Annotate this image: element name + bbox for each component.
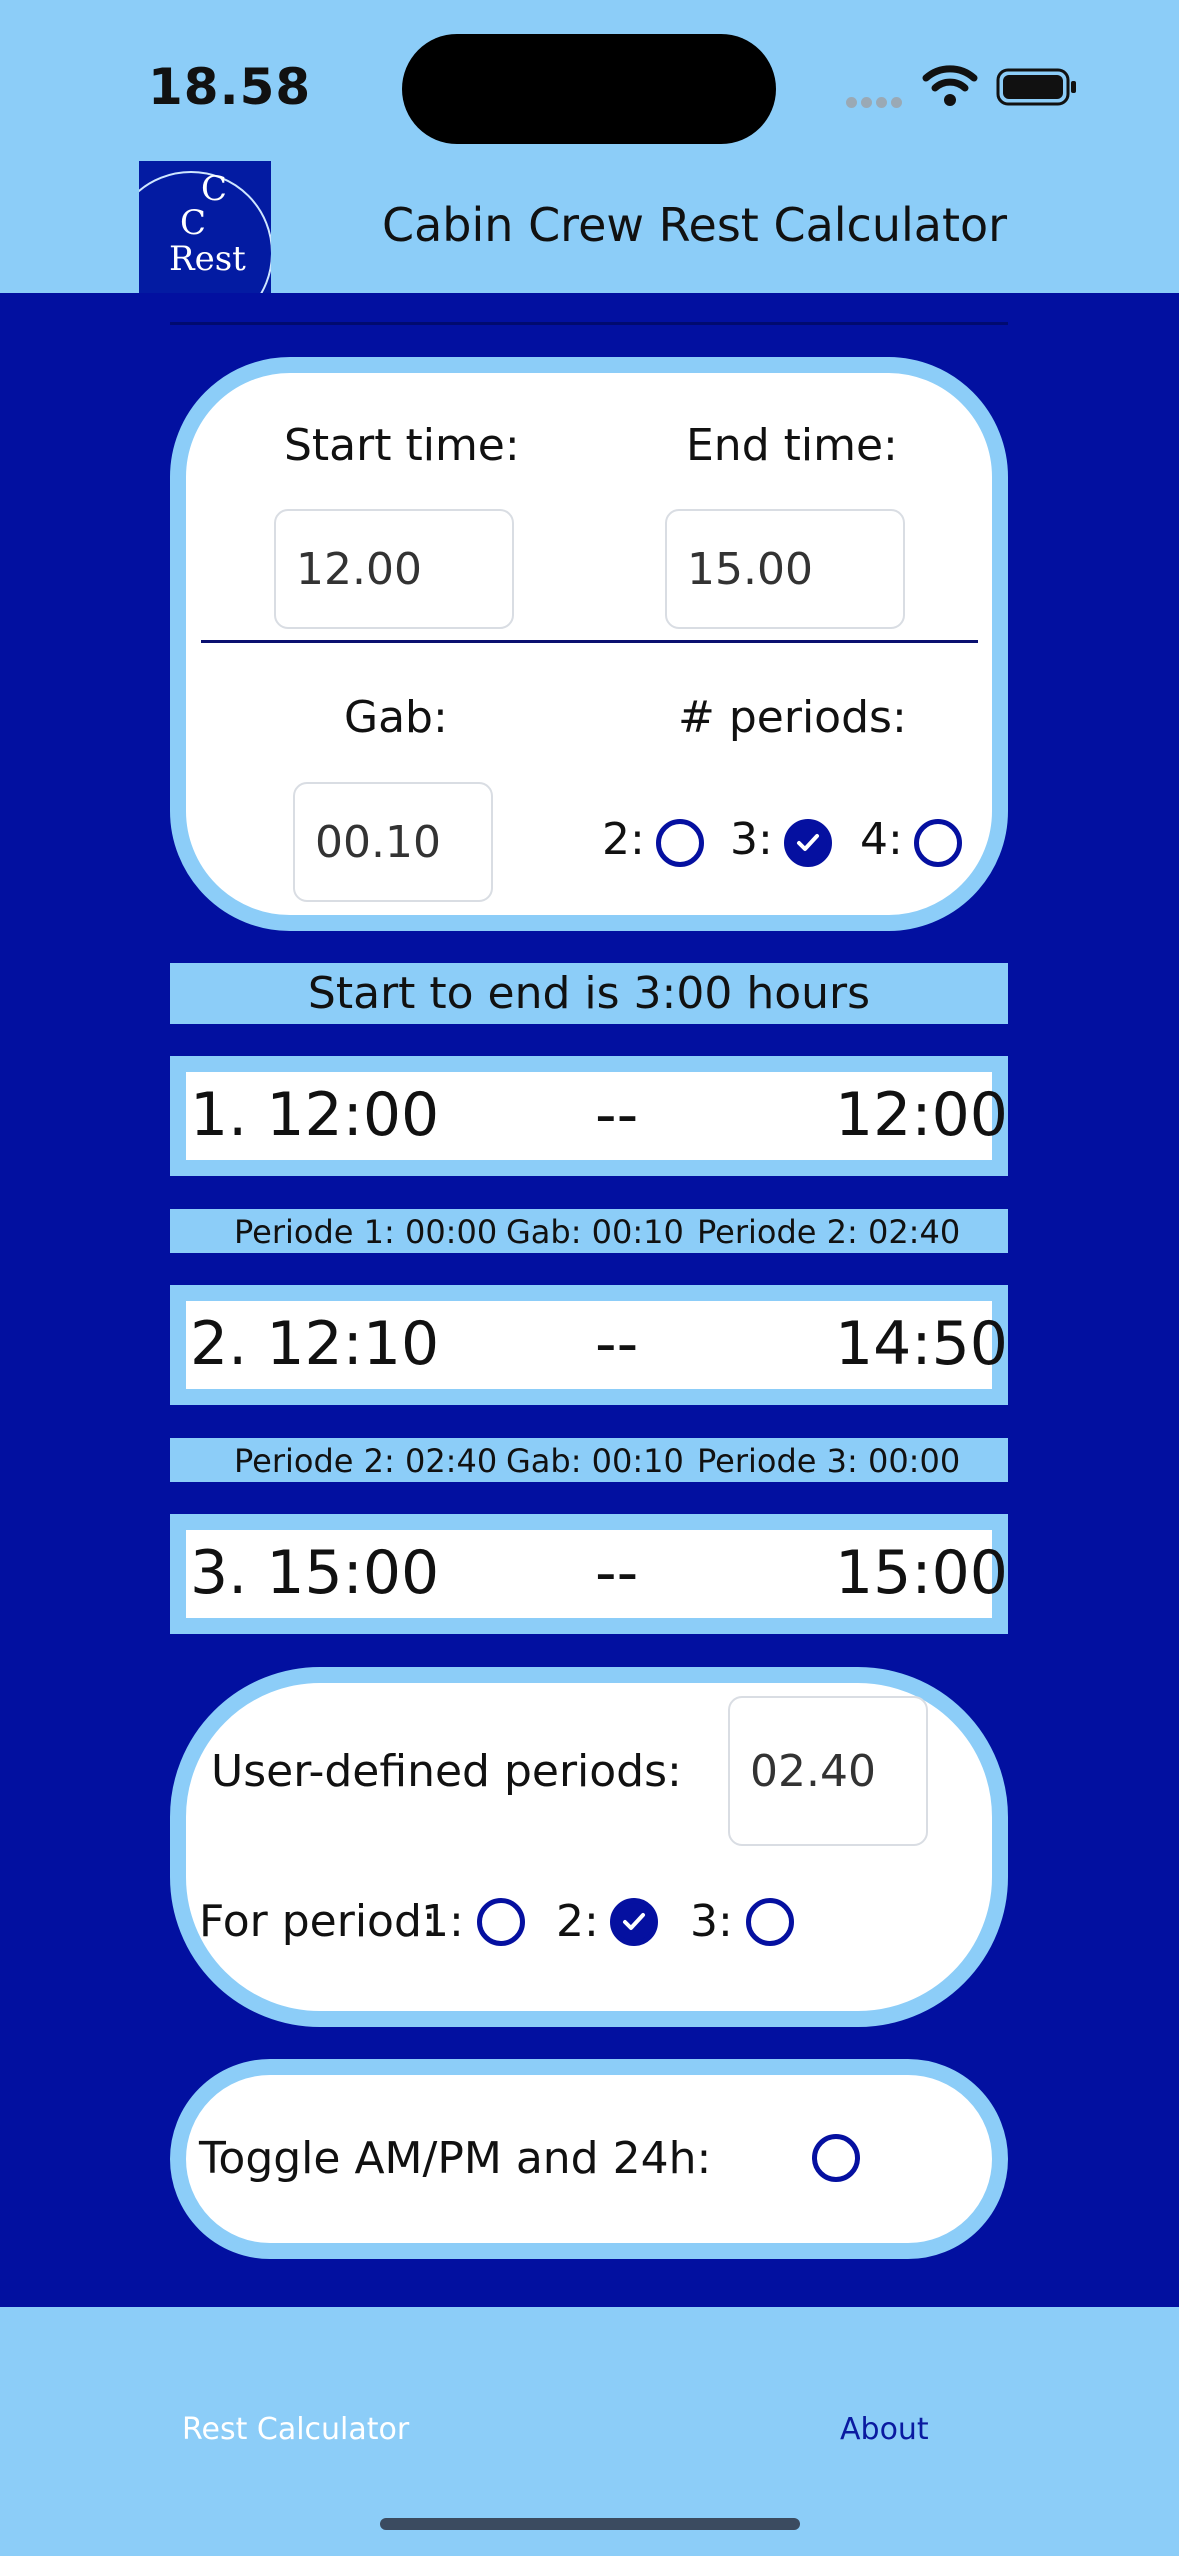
gab-label: Gab: — [344, 692, 448, 743]
period-start: 2. 12:10 — [190, 1309, 440, 1379]
period-separator: -- — [595, 1538, 639, 1608]
for-period-3-label: 3: — [690, 1896, 733, 1947]
wifi-icon — [922, 65, 978, 106]
period-option-3-label: 3: — [730, 814, 773, 865]
gap-period-before: Periode 1: 00:00 — [234, 1213, 498, 1251]
for-period-2-label: 2: — [556, 1896, 599, 1947]
gap-period-after: Periode 2: 02:40 — [697, 1213, 961, 1251]
gab-input[interactable]: 00.10 — [293, 782, 493, 902]
period-option-3-radio[interactable] — [784, 819, 832, 867]
tab-about[interactable]: About — [840, 2412, 929, 2447]
period-option-4-label: 4: — [860, 814, 903, 865]
end-time-input[interactable]: 15.00 — [665, 509, 905, 629]
gap-duration: Gab: 00:10 — [506, 1213, 684, 1251]
status-time: 18.58 — [148, 58, 312, 116]
period-end: 15:00 — [835, 1538, 1008, 1608]
period-separator: -- — [595, 1309, 639, 1379]
gap-duration: Gab: 00:10 — [506, 1442, 684, 1480]
toggle-format-label: Toggle AM/PM and 24h: — [199, 2133, 712, 2184]
period-option-2-label: 2: — [602, 814, 645, 865]
period-separator: -- — [595, 1080, 639, 1150]
checkmark-icon — [623, 1913, 645, 1930]
for-period-1-radio[interactable] — [477, 1898, 525, 1946]
toggle-format-radio[interactable] — [812, 2134, 860, 2182]
duration-summary: Start to end is 3:00 hours — [170, 963, 1008, 1024]
periods-count-label: # periods: — [678, 692, 907, 743]
start-time-input[interactable]: 12.00 — [274, 509, 514, 629]
battery-icon — [996, 68, 1076, 106]
period-end: 12:00 — [835, 1080, 1008, 1150]
tab-rest-calculator[interactable]: Rest Calculator — [182, 2412, 409, 2447]
dynamic-island — [402, 34, 776, 144]
app-logo: C C Rest — [139, 161, 271, 293]
for-period-label: For period: — [199, 1896, 437, 1947]
gap-period-before: Periode 2: 02:40 — [234, 1442, 498, 1480]
period-option-2-radio[interactable] — [656, 819, 704, 867]
user-defined-input[interactable]: 02.40 — [728, 1696, 928, 1846]
for-period-3-radio[interactable] — [746, 1898, 794, 1946]
divider — [170, 322, 1008, 325]
start-time-label: Start time: — [284, 420, 520, 471]
period-start: 3. 15:00 — [190, 1538, 440, 1608]
period-end: 14:50 — [835, 1309, 1008, 1379]
cellular-signal-icon — [846, 93, 906, 108]
for-period-2-radio[interactable] — [610, 1898, 658, 1946]
end-time-label: End time: — [686, 420, 898, 471]
gap-period-after: Periode 3: 00:00 — [697, 1442, 961, 1480]
user-defined-label: User-defined periods: — [211, 1746, 682, 1797]
period-start: 1. 12:00 — [190, 1080, 440, 1150]
home-indicator — [380, 2518, 800, 2530]
app-title: Cabin Crew Rest Calculator — [382, 198, 1008, 252]
card-divider — [201, 640, 978, 643]
for-period-1-label: 1: — [421, 1896, 464, 1947]
period-option-4-radio[interactable] — [914, 819, 962, 867]
checkmark-icon — [797, 834, 819, 851]
